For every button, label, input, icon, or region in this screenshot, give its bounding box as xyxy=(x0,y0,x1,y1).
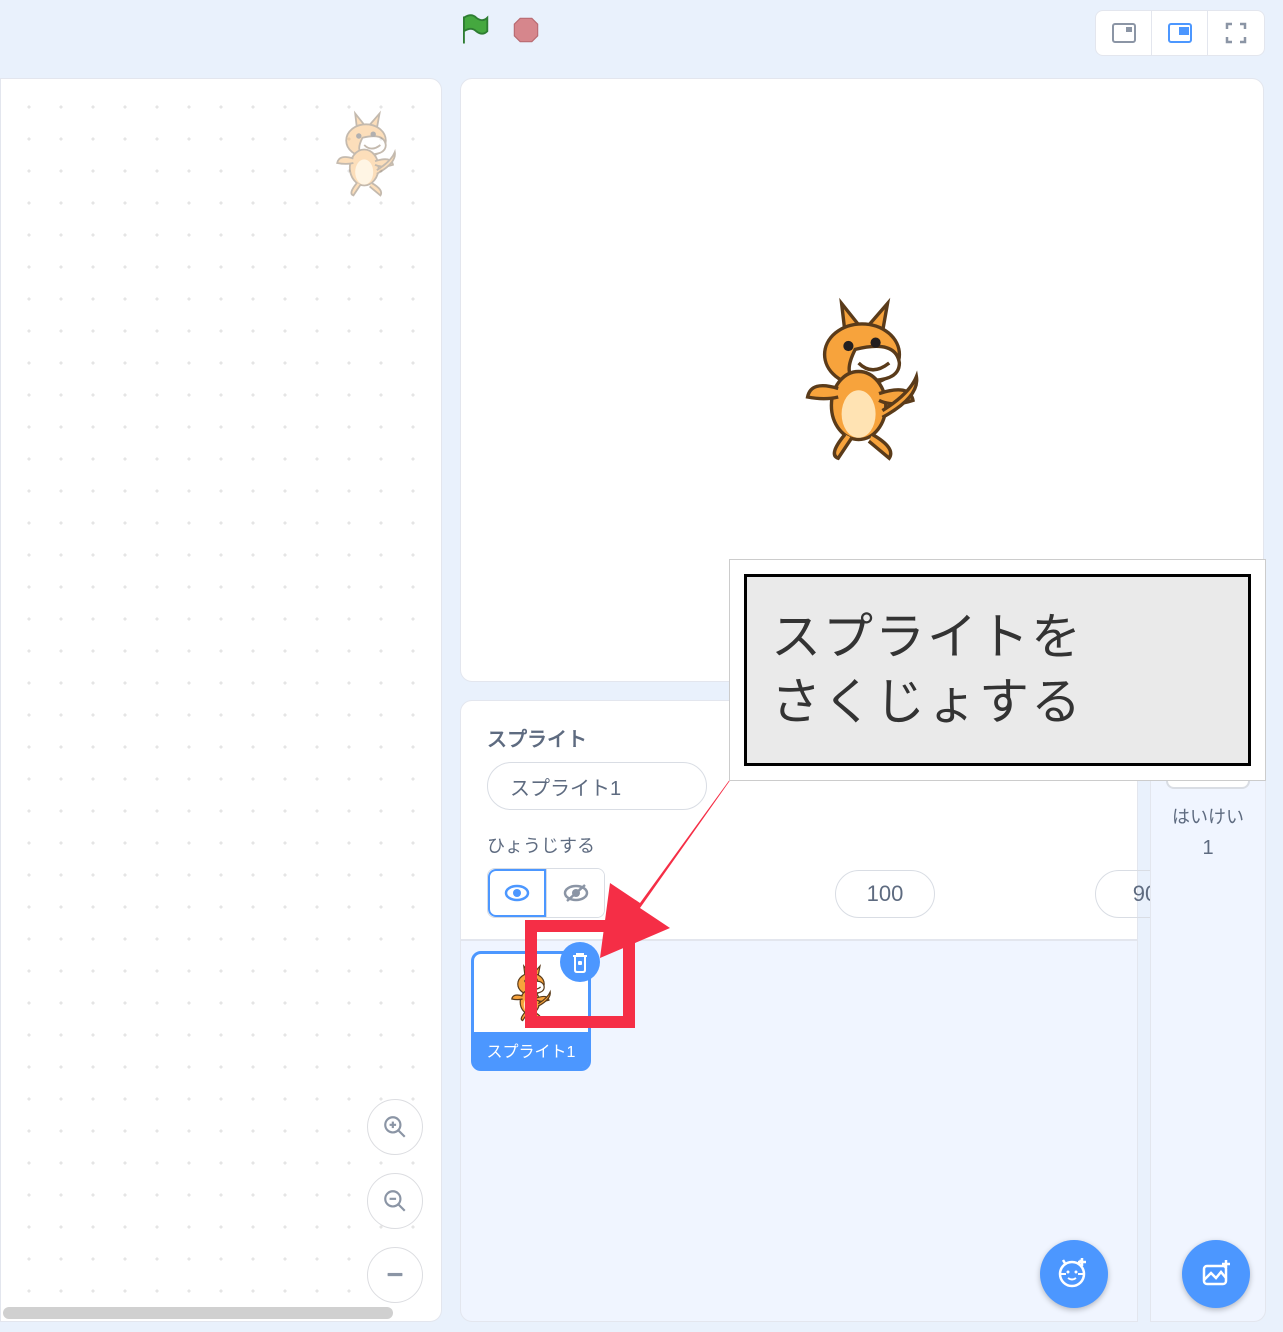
show-sprite-button[interactable] xyxy=(488,869,546,917)
zoom-in-button[interactable] xyxy=(367,1099,423,1155)
callout-line2: さくじょする xyxy=(771,670,1224,735)
backdrop-label: はいけい xyxy=(1172,803,1244,829)
horizontal-scrollbar[interactable] xyxy=(3,1307,393,1319)
add-backdrop-button[interactable] xyxy=(1182,1240,1250,1308)
stop-icon[interactable] xyxy=(512,16,540,49)
sprite-list: スプライト1 xyxy=(460,940,1138,1322)
large-stage-button[interactable] xyxy=(1152,11,1208,55)
trash-icon xyxy=(570,951,590,973)
zoom-out-button[interactable] xyxy=(367,1173,423,1229)
add-sprite-icon xyxy=(1056,1256,1092,1292)
stage-size-controls xyxy=(1095,10,1265,56)
small-stage-button[interactable] xyxy=(1096,11,1152,55)
hide-sprite-button[interactable] xyxy=(546,869,604,917)
top-bar xyxy=(0,0,1283,60)
callout-line1: スプライトを xyxy=(771,605,1224,670)
backdrop-panel: はいけい 1 xyxy=(1150,700,1266,1322)
sprite-thumbnail-label: スプライト1 xyxy=(474,1032,588,1068)
fullscreen-button[interactable] xyxy=(1208,11,1264,55)
sprite-name-input[interactable] xyxy=(487,762,707,810)
add-backdrop-icon xyxy=(1198,1256,1234,1292)
show-label: ひょうじする xyxy=(487,832,605,858)
sprite-watermark-icon xyxy=(321,109,411,199)
tutorial-callout: スプライトを さくじょする xyxy=(730,560,1265,780)
backdrop-count: 1 xyxy=(1202,837,1213,860)
sprite-thumbnail[interactable]: スプライト1 xyxy=(471,951,591,1071)
delete-sprite-button[interactable] xyxy=(560,942,600,982)
sprite-on-stage[interactable] xyxy=(777,295,947,465)
zoom-reset-button[interactable] xyxy=(367,1247,423,1303)
visibility-toggle xyxy=(487,868,605,918)
add-sprite-button[interactable] xyxy=(1040,1240,1108,1308)
size-field[interactable]: 100 xyxy=(835,870,935,918)
green-flag-icon[interactable] xyxy=(460,14,490,51)
zoom-controls xyxy=(367,1099,423,1303)
code-area[interactable] xyxy=(0,78,442,1322)
